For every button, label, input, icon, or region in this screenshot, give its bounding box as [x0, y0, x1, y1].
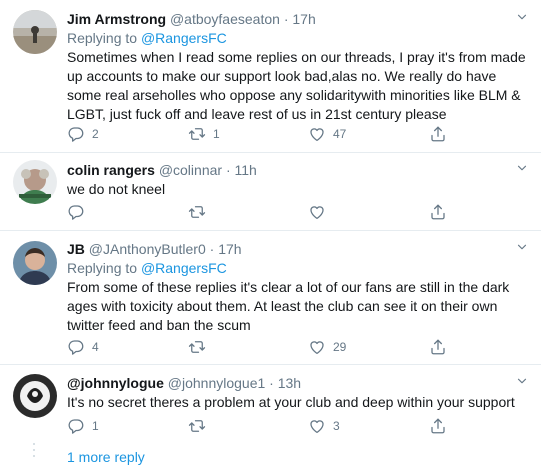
- reply-button[interactable]: 4: [67, 338, 99, 356]
- user-handle[interactable]: @atboyfaeseaton: [170, 11, 280, 27]
- timestamp[interactable]: 17h: [292, 11, 315, 27]
- retweet-icon: [188, 338, 206, 356]
- timestamp[interactable]: 17h: [218, 241, 241, 257]
- reply-count: 2: [92, 127, 99, 141]
- tweet-header: colin rangers @colinnar · 11h: [67, 161, 529, 180]
- separator: ·: [283, 11, 289, 27]
- tweet-actions: 1 3: [67, 417, 467, 435]
- tweet-text: Sometimes when I read some replies on ou…: [67, 49, 526, 122]
- user-name[interactable]: @johnnylogue: [67, 375, 164, 391]
- like-count: 47: [333, 127, 347, 141]
- user-handle[interactable]: @johnnylogue1: [168, 375, 266, 391]
- thread-dots: [33, 443, 35, 461]
- more-replies-row[interactable]: 1 more reply: [0, 440, 541, 466]
- tweet-4[interactable]: @johnnylogue @johnnylogue1 · 13h It's no…: [0, 365, 541, 440]
- chevron-down-icon[interactable]: [515, 374, 529, 388]
- reply-icon: [67, 417, 85, 435]
- like-button[interactable]: 3: [308, 417, 340, 435]
- replying-to-mention[interactable]: @RangersFC: [141, 30, 227, 46]
- retweet-button[interactable]: 1: [188, 125, 220, 143]
- like-count: 3: [333, 419, 340, 433]
- replying-to-mention[interactable]: @RangersFC: [141, 260, 227, 276]
- separator: ·: [269, 375, 274, 391]
- tweet-2[interactable]: colin rangers @colinnar · 11h we do not …: [0, 153, 541, 231]
- tweet-actions: 2 1 47: [67, 125, 467, 143]
- share-button[interactable]: [429, 338, 447, 356]
- user-name[interactable]: colin rangers: [67, 162, 155, 178]
- share-icon: [429, 417, 447, 435]
- avatar[interactable]: [13, 374, 57, 418]
- user-handle[interactable]: @JAnthonyButler0: [89, 241, 206, 257]
- retweet-icon: [188, 417, 206, 435]
- retweet-button[interactable]: [188, 338, 213, 356]
- tweet-actions: 4 29: [67, 338, 467, 356]
- user-handle[interactable]: @colinnar: [159, 162, 222, 178]
- like-button[interactable]: [308, 203, 333, 221]
- timestamp[interactable]: 11h: [235, 162, 257, 178]
- like-button[interactable]: 47: [308, 125, 346, 143]
- retweet-icon: [188, 125, 206, 143]
- share-icon: [429, 203, 447, 221]
- tweet-header: @johnnylogue @johnnylogue1 · 13h: [67, 374, 529, 393]
- tweet-3[interactable]: JB @JAnthonyButler0 · 17h Replying to @R…: [0, 231, 541, 365]
- reply-icon: [67, 338, 85, 356]
- tweet-text: we do not kneel: [67, 181, 166, 197]
- tweet-1[interactable]: Jim Armstrong @atboyfaeseaton · 17h Repl…: [0, 0, 541, 153]
- retweet-button[interactable]: [188, 203, 213, 221]
- reply-button[interactable]: 2: [67, 125, 99, 143]
- share-button[interactable]: [429, 417, 447, 435]
- tweet-text: It's no secret theres a problem at your …: [67, 394, 515, 410]
- retweet-icon: [188, 203, 206, 221]
- heart-icon: [308, 125, 326, 143]
- reply-count: 1: [92, 419, 99, 433]
- replying-to-label: Replying to: [67, 260, 138, 276]
- share-button[interactable]: [429, 125, 447, 143]
- avatar[interactable]: [13, 241, 57, 285]
- tweet-actions: [67, 203, 467, 221]
- replying-to-label: Replying to: [67, 30, 138, 46]
- chevron-down-icon[interactable]: [515, 161, 529, 175]
- avatar[interactable]: [13, 160, 57, 204]
- reply-button[interactable]: [67, 203, 92, 221]
- like-count: 29: [333, 340, 347, 354]
- tweet-text: From some of these replies it's clear a …: [67, 279, 510, 333]
- heart-icon: [308, 417, 326, 435]
- more-replies-link[interactable]: 1 more reply: [67, 449, 145, 465]
- avatar[interactable]: [13, 10, 57, 54]
- chevron-down-icon[interactable]: [515, 240, 529, 254]
- reply-icon: [67, 125, 85, 143]
- replying-to: Replying to @RangersFC: [67, 259, 529, 278]
- share-icon: [429, 338, 447, 356]
- replying-to: Replying to @RangersFC: [67, 29, 529, 48]
- timestamp[interactable]: 13h: [278, 375, 301, 391]
- reply-button[interactable]: 1: [67, 417, 99, 435]
- tweet-header: Jim Armstrong @atboyfaeseaton · 17h: [67, 10, 529, 29]
- chevron-down-icon[interactable]: [515, 10, 529, 24]
- share-icon: [429, 125, 447, 143]
- retweet-button[interactable]: [188, 417, 213, 435]
- retweet-count: 1: [213, 127, 220, 141]
- user-name[interactable]: Jim Armstrong: [67, 11, 166, 27]
- share-button[interactable]: [429, 203, 447, 221]
- separator: ·: [209, 241, 215, 257]
- user-name[interactable]: JB: [67, 241, 85, 257]
- heart-icon: [308, 338, 326, 356]
- reply-count: 4: [92, 340, 99, 354]
- tweet-header: JB @JAnthonyButler0 · 17h: [67, 240, 529, 259]
- reply-icon: [67, 203, 85, 221]
- separator: ·: [225, 162, 231, 178]
- like-button[interactable]: 29: [308, 338, 346, 356]
- heart-icon: [308, 203, 326, 221]
